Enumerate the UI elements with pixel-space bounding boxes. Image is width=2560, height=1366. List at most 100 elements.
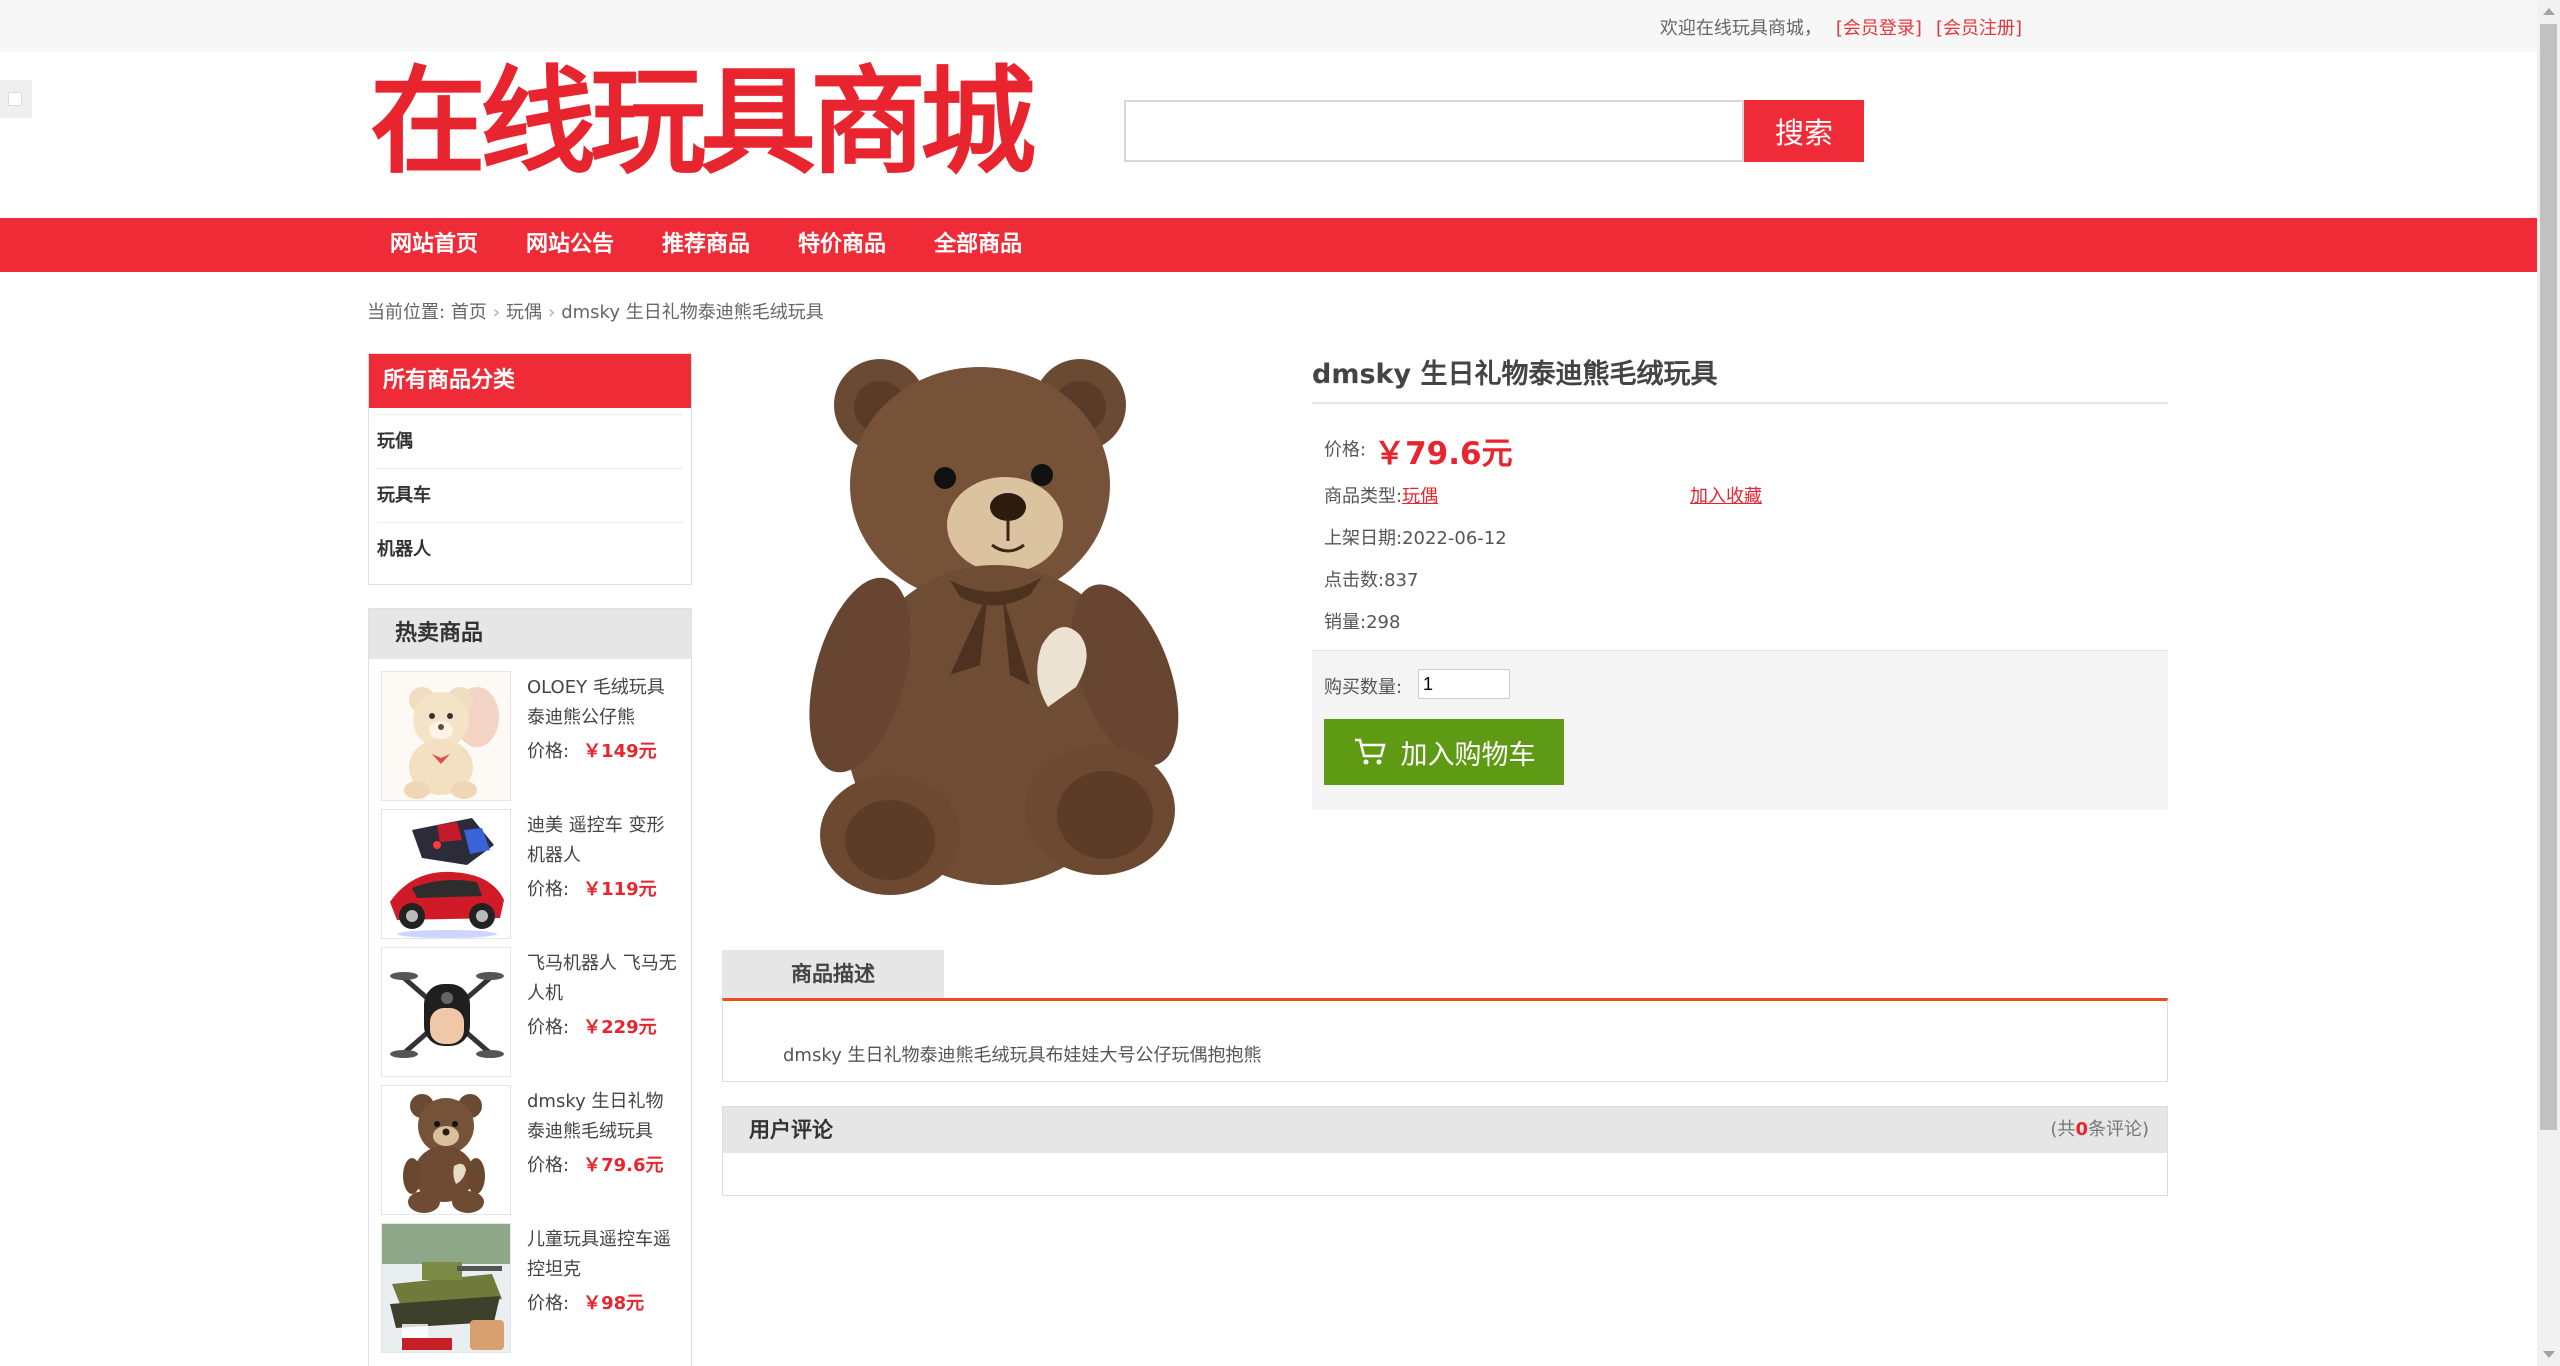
category-item[interactable]: 机器人 <box>377 522 683 576</box>
hot-product-item[interactable]: 迪美 遥控车 变形机器人 价格: ￥119元 <box>381 809 681 939</box>
breadcrumb: 当前位置: 首页 › 玩偶 › dmsky 生日礼物泰迪熊毛绒玩具 <box>367 298 824 324</box>
scroll-down-arrow-icon[interactable] <box>2543 1351 2555 1358</box>
product-title: dmsky 生日礼物泰迪熊毛绒玩具 <box>1312 359 1718 390</box>
reviews-count: (共0条评论) <box>2050 1107 2149 1153</box>
product-main-image <box>780 345 1250 905</box>
price-value: ￥149元 <box>583 741 657 762</box>
count-value: 0 <box>2075 1119 2088 1140</box>
price-label: 价格: <box>1324 439 1367 461</box>
category-item[interactable]: 玩偶 <box>377 414 683 468</box>
hot-product-item[interactable]: 飞马机器人 飞马无人机 价格: ￥229元 <box>381 947 681 1077</box>
date-label: 上架日期: <box>1324 528 1403 549</box>
price-value: ￥119元 <box>583 879 657 900</box>
price-label: 价格: <box>527 879 570 900</box>
price-label: 价格: <box>527 741 570 762</box>
breadcrumb-category[interactable]: 玩偶 <box>506 302 542 323</box>
count-suffix: 条评论) <box>2087 1119 2149 1140</box>
hot-product-name[interactable]: 迪美 遥控车 变形机器人 <box>527 811 677 871</box>
category-item[interactable]: 玩具车 <box>377 468 683 522</box>
chevron-right-icon: › <box>548 302 556 323</box>
title-divider <box>1312 402 2168 404</box>
quantity-input[interactable] <box>1418 669 1510 699</box>
hot-product-name[interactable]: OLOEY 毛绒玩具泰迪熊公仔熊 <box>527 673 677 733</box>
nav-item-special[interactable]: 特价商品 <box>778 218 906 272</box>
top-bar: 欢迎在线玩具商城， [会员登录] [会员注册] <box>0 0 2537 52</box>
sales-label: 销量: <box>1324 612 1367 633</box>
product-thumbnail[interactable] <box>381 671 511 801</box>
breadcrumb-current: dmsky 生日礼物泰迪熊毛绒玩具 <box>561 302 824 323</box>
hot-product-price: 价格: ￥79.6元 <box>527 1151 664 1181</box>
scrollbar-thumb[interactable] <box>2540 24 2557 1130</box>
price-value: ￥229元 <box>583 1017 657 1038</box>
product-thumbnail[interactable] <box>381 1085 511 1215</box>
search-input[interactable] <box>1124 100 1744 162</box>
product-thumbnail[interactable] <box>381 947 511 1077</box>
vertical-scrollbar[interactable] <box>2537 0 2560 1366</box>
hot-product-price: 价格: ￥229元 <box>527 1013 657 1043</box>
login-link[interactable]: [会员登录] <box>1836 18 1922 39</box>
product-thumbnail[interactable] <box>381 809 511 939</box>
hot-product-name[interactable]: 飞马机器人 飞马无人机 <box>527 949 677 1009</box>
add-to-cart-label: 加入购物车 <box>1400 739 1536 771</box>
welcome-area: 欢迎在线玩具商城， [会员登录] [会员注册] <box>1660 14 2022 40</box>
hot-products-title: 热卖商品 <box>369 609 691 659</box>
hot-product-item[interactable]: OLOEY 毛绒玩具泰迪熊公仔熊 价格: ￥149元 <box>381 671 681 801</box>
scroll-up-arrow-icon[interactable] <box>2543 8 2555 15</box>
reviews-header: 用户评论 (共0条评论) <box>723 1107 2167 1153</box>
type-row: 商品类型:玩偶 <box>1324 482 1438 508</box>
reviews-panel: 用户评论 (共0条评论) <box>722 1106 2168 1196</box>
hot-product-item[interactable]: dmsky 生日礼物泰迪熊毛绒玩具 价格: ￥79.6元 <box>381 1085 681 1215</box>
clicks-value: 837 <box>1384 570 1419 591</box>
nav-item-all[interactable]: 全部商品 <box>914 218 1042 272</box>
price-label: 价格: <box>527 1017 570 1038</box>
site-logo[interactable]: 在线玩具商城 <box>370 55 1036 190</box>
breadcrumb-home[interactable]: 首页 <box>451 302 487 323</box>
register-link[interactable]: [会员注册] <box>1936 18 2022 39</box>
sales-value: 298 <box>1366 612 1401 633</box>
hot-product-price: 价格: ￥98元 <box>527 1289 644 1319</box>
add-favorite-link[interactable]: 加入收藏 <box>1690 482 1762 508</box>
nav-item-notice[interactable]: 网站公告 <box>506 218 634 272</box>
product-thumbnail[interactable] <box>381 1223 511 1353</box>
hot-product-price: 价格: ￥149元 <box>527 737 657 767</box>
search-button[interactable]: 搜索 <box>1744 100 1864 162</box>
category-panel: 所有商品分类 玩偶 玩具车 机器人 <box>368 353 692 585</box>
logo-text: 在线玩具商城 <box>370 55 1036 190</box>
purchase-box: 购买数量: 加入购物车 <box>1312 650 2168 810</box>
description-text: dmsky 生日礼物泰迪熊毛绒玩具布娃娃大号公仔玩偶抱抱熊 <box>783 1045 1262 1066</box>
price-label: 价格: <box>527 1155 570 1176</box>
price-value: ￥79.6元 <box>583 1155 664 1176</box>
type-label: 商品类型: <box>1324 486 1403 507</box>
price-row: 价格: ￥79.6元 <box>1324 428 1513 473</box>
price-value: ￥79.6元 <box>1374 436 1513 472</box>
count-prefix: (共 <box>2050 1119 2076 1140</box>
widget-square-icon <box>8 92 22 106</box>
date-value: 2022-06-12 <box>1402 528 1507 549</box>
welcome-text: 欢迎在线玩具商城， <box>1659 18 1822 39</box>
reviews-title: 用户评论 <box>749 1118 833 1142</box>
clicks-label: 点击数: <box>1324 570 1385 591</box>
quantity-label: 购买数量: <box>1324 677 1403 698</box>
hot-product-item[interactable]: 儿童玩具遥控车遥控坦克 价格: ￥98元 <box>381 1223 681 1353</box>
nav-item-recommended[interactable]: 推荐商品 <box>642 218 770 272</box>
hot-product-price: 价格: ￥119元 <box>527 875 657 905</box>
hot-product-name[interactable]: 儿童玩具遥控车遥控坦克 <box>527 1225 677 1285</box>
sales-row: 销量:298 <box>1324 608 1400 634</box>
hot-product-name[interactable]: dmsky 生日礼物泰迪熊毛绒玩具 <box>527 1087 677 1147</box>
price-value: ￥98元 <box>583 1293 645 1314</box>
tab-description[interactable]: 商品描述 <box>722 950 944 998</box>
description-panel: dmsky 生日礼物泰迪熊毛绒玩具布娃娃大号公仔玩偶抱抱熊 <box>722 998 2168 1082</box>
shopping-cart-icon <box>1354 738 1386 765</box>
price-label: 价格: <box>527 1293 570 1314</box>
breadcrumb-prefix: 当前位置: <box>367 302 451 323</box>
type-link[interactable]: 玩偶 <box>1402 486 1438 507</box>
main-nav: 网站首页 网站公告 推荐商品 特价商品 全部商品 <box>0 218 2537 272</box>
category-panel-title: 所有商品分类 <box>369 354 691 408</box>
floating-side-widget[interactable] <box>0 80 32 118</box>
date-row: 上架日期:2022-06-12 <box>1324 524 1507 550</box>
nav-item-home[interactable]: 网站首页 <box>370 218 498 272</box>
hot-products-panel: 热卖商品 OLOEY 毛绒玩具泰迪熊公仔熊 价格: ￥149元 迪美 遥控车 变… <box>368 608 692 1366</box>
clicks-row: 点击数:837 <box>1324 566 1418 592</box>
chevron-right-icon: › <box>492 302 500 323</box>
add-to-cart-button[interactable]: 加入购物车 <box>1324 719 1564 785</box>
